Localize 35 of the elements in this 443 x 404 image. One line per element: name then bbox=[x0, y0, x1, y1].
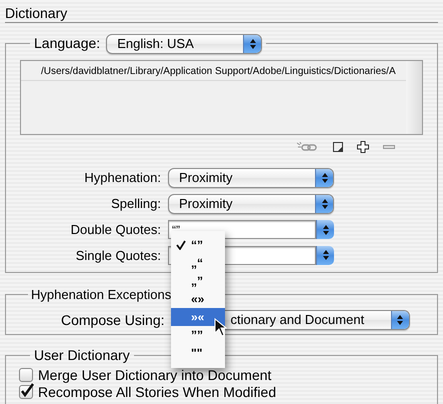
menu-item[interactable]: „“ bbox=[171, 254, 225, 272]
menu-item[interactable]: "" bbox=[171, 344, 225, 362]
menu-item[interactable]: „” bbox=[171, 272, 225, 290]
stepper-icon bbox=[316, 246, 334, 265]
language-select[interactable]: English: USA bbox=[106, 34, 262, 54]
link-icon[interactable] bbox=[297, 142, 319, 152]
minus-icon[interactable] bbox=[383, 145, 395, 149]
compose-label: Compose Using: bbox=[61, 310, 164, 330]
new-page-icon[interactable] bbox=[333, 142, 343, 152]
setting-label: Single Quotes: bbox=[74, 246, 161, 265]
setting-select[interactable]: Proximity bbox=[168, 168, 334, 188]
setting-select[interactable]: Proximity bbox=[168, 194, 334, 214]
checkbox-label: Recompose All Stories When Modified bbox=[38, 384, 276, 400]
stepper-icon bbox=[390, 311, 408, 329]
checkmark-icon bbox=[176, 240, 186, 250]
stepper-icon bbox=[315, 169, 333, 187]
checkbox[interactable] bbox=[19, 384, 33, 398]
checkbox[interactable] bbox=[19, 368, 33, 382]
setting-label: Double Quotes: bbox=[70, 221, 161, 239]
plus-icon[interactable] bbox=[357, 141, 369, 153]
dictionary-list[interactable]: /Users/davidblatner/Library/Application Support/Adobe/Linguistics/Dictionaries/A bbox=[20, 60, 423, 135]
stepper-icon bbox=[243, 34, 262, 52]
menu-item[interactable]: «» bbox=[171, 290, 225, 308]
stepper-icon bbox=[315, 195, 333, 213]
stepper-icon bbox=[316, 220, 334, 240]
group-title: Hyphenation Exceptions bbox=[30, 286, 172, 304]
setting-label: Hyphenation: bbox=[83, 169, 161, 188]
group-title: User Dictionary bbox=[33, 346, 131, 365]
section-title: Dictionary bbox=[5, 4, 68, 22]
scrollbar[interactable] bbox=[406, 61, 422, 134]
menu-item[interactable]: »« bbox=[171, 308, 225, 326]
setting-label: Spelling: bbox=[110, 195, 161, 214]
checkbox-label: Merge User Dictionary into Document bbox=[38, 366, 272, 382]
language-label: Language: bbox=[34, 34, 100, 53]
dictionary-path[interactable]: /Users/davidblatner/Library/Application Support/Adobe/Linguistics/Dictionaries/A bbox=[21, 61, 406, 81]
